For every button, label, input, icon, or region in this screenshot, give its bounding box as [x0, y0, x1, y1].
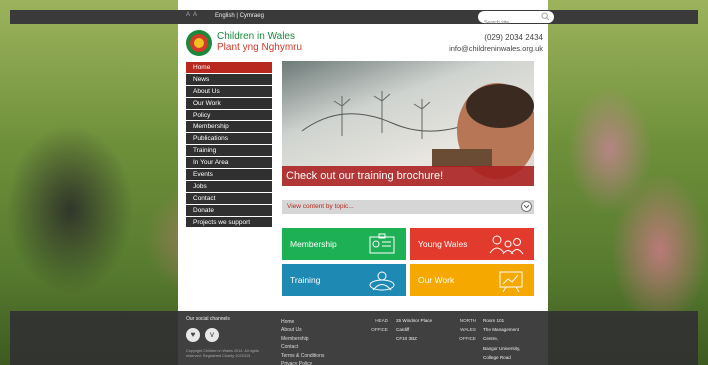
address-line: Bangor University, [483, 345, 521, 351]
vimeo-icon[interactable]: v [205, 328, 219, 342]
nav-item-policy[interactable]: Policy [186, 109, 272, 122]
nav-item-membership[interactable]: Membership [186, 121, 272, 134]
group-icon [489, 235, 524, 255]
footer: Our social channels ♥ v Copyright Childr… [10, 311, 698, 365]
membership-tile[interactable]: Membership [282, 228, 406, 260]
address-line: OFFICE [459, 336, 476, 341]
footer-link-terms-conditions[interactable]: Terms & Conditions [281, 352, 324, 360]
our-work-tile-label: Our Work [418, 275, 455, 285]
top-bar: A A English | Cymraeg [10, 10, 698, 29]
address-line: OFFICE [371, 327, 388, 332]
nav-item-contact[interactable]: Contact [186, 192, 272, 205]
chart-board-icon [499, 271, 523, 293]
topic-dropdown-label: View content by topic... [287, 203, 354, 210]
nav-item-in-your-area[interactable]: In Your Area [186, 157, 272, 170]
footer-link-home[interactable]: Home [281, 318, 324, 326]
nav-item-about-us[interactable]: About Us [186, 85, 272, 98]
language-switch[interactable]: English | Cymraeg [215, 13, 264, 19]
nav-item-home[interactable]: Home [186, 62, 272, 74]
address-line: NORTH [459, 318, 476, 323]
nav-item-our-work[interactable]: Our Work [186, 97, 272, 110]
main-nav: Home News About Us Our Work Policy Membership… [186, 62, 272, 229]
logo[interactable] [186, 30, 212, 56]
footer-link-privacy-policy[interactable]: Privacy Policy [281, 360, 324, 365]
address-line: Centre, [483, 336, 499, 342]
people-circle-icon [369, 271, 395, 291]
footer-links: Home About Us Membership Contact Terms & Con… [281, 318, 324, 365]
membership-tile-label: Membership [290, 239, 337, 249]
address-line: CF10 3BZ [396, 336, 417, 342]
nav-item-donate[interactable]: Donate [186, 204, 272, 217]
our-work-tile[interactable]: Our Work [410, 264, 534, 296]
social-channels-heading: Our social channels [186, 316, 230, 322]
address-line: The Management [483, 327, 520, 333]
young-wales-tile[interactable]: Young Wales [410, 228, 534, 260]
north-wales-office-label: NORTH WALES OFFICE [446, 316, 476, 343]
brand-name-english[interactable]: Children in Wales [217, 31, 295, 42]
training-tile-label: Training [290, 275, 321, 285]
twitter-icon[interactable]: ♥ [186, 328, 200, 342]
address-line: WALES [460, 327, 476, 332]
hero-banner[interactable]: Check out our training brochure! [282, 61, 534, 186]
nav-item-training[interactable]: Training [186, 145, 272, 158]
address-line: 25 Windsor Place [396, 318, 433, 323]
font-size-toggle[interactable]: A A [186, 12, 198, 18]
copyright-text: Copyright Children in Wales 2014. All ri… [186, 349, 259, 358]
membership-card-icon [369, 233, 395, 254]
search-box[interactable] [478, 11, 554, 29]
north-wales-office-address: Room 101 The Management Centre, Bangor Univ… [483, 316, 520, 362]
chevron-down-icon[interactable] [521, 201, 532, 212]
search-input[interactable] [478, 17, 538, 29]
head-office-label: HEAD OFFICE [360, 316, 388, 334]
nav-item-jobs[interactable]: Jobs [186, 180, 272, 193]
address-line: HEAD [375, 318, 388, 323]
email-address[interactable]: info@childreninwales.org.uk [420, 44, 543, 53]
brand-name-welsh[interactable]: Plant yng Nghymru [217, 42, 302, 53]
address-line: Cardiff [396, 327, 410, 333]
footer-link-about-us[interactable]: About Us [281, 326, 324, 334]
footer-link-contact[interactable]: Contact [281, 343, 324, 351]
hero-caption[interactable]: Check out our training brochure! [282, 166, 534, 186]
phone-number: (029) 2034 2434 [484, 33, 543, 42]
search-icon[interactable] [541, 12, 550, 21]
address-line: Room 101 [483, 318, 505, 323]
nav-item-projects-we-support[interactable]: Projects we support [186, 216, 272, 229]
footer-link-membership[interactable]: Membership [281, 335, 324, 343]
young-wales-tile-label: Young Wales [418, 239, 468, 249]
nav-item-publications[interactable]: Publications [186, 133, 272, 146]
address-line: College Road [483, 354, 511, 360]
nav-item-events[interactable]: Events [186, 169, 272, 181]
topic-dropdown[interactable]: View content by topic... [282, 200, 534, 214]
head-office-address: 25 Windsor Place Cardiff CF10 3BZ [396, 316, 432, 344]
nav-item-news[interactable]: News [186, 73, 272, 86]
training-tile[interactable]: Training [282, 264, 406, 296]
